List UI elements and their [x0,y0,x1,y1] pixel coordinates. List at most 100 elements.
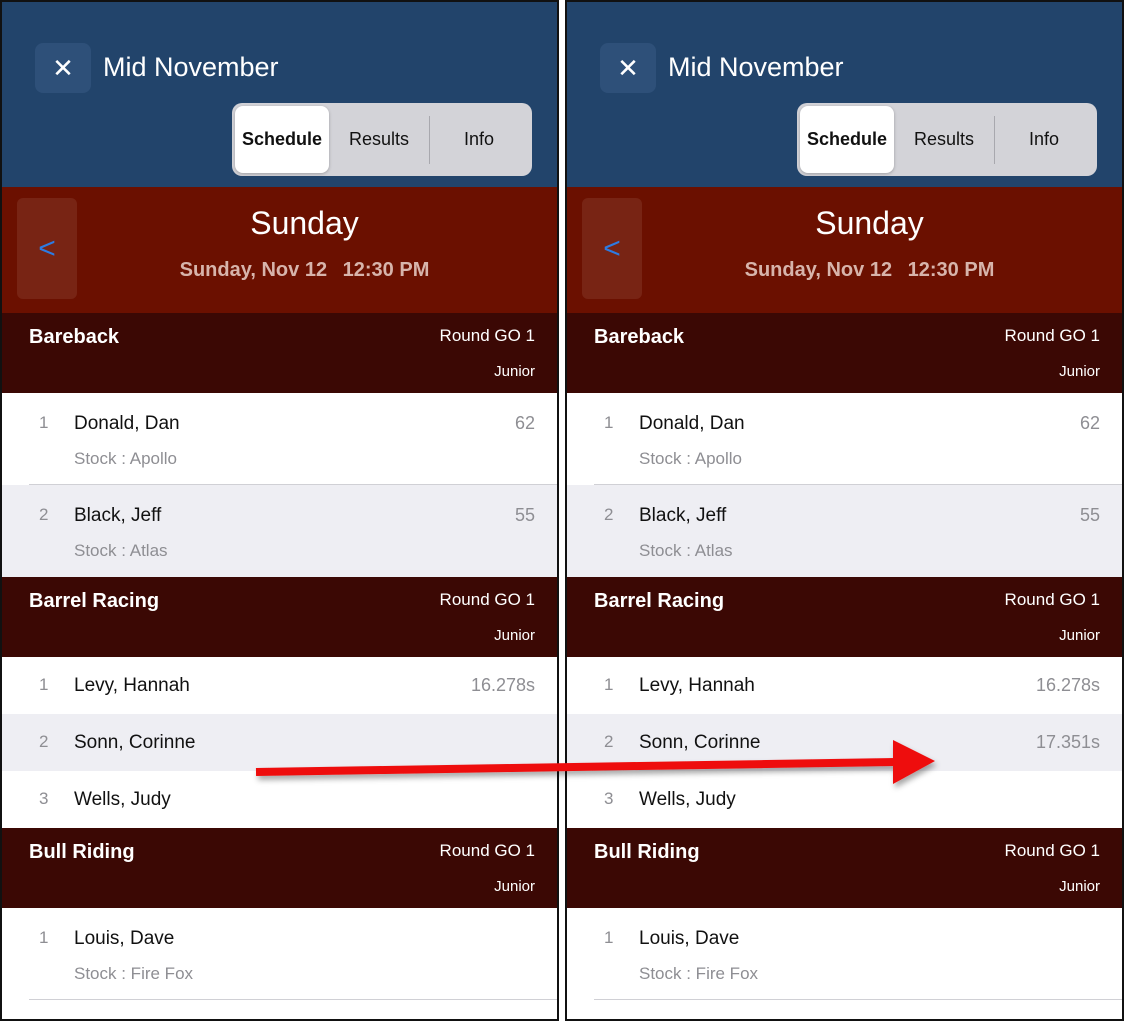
entry-number: 1 [39,675,49,694]
event-division: Junior [1059,627,1100,644]
entry-row[interactable]: 2 Sonn, Corinne 17.351s [567,714,1122,771]
entry-number: 3 [39,789,49,808]
view-segmented-control: Schedule Results Info [232,103,532,176]
contestant-name: Donald, Dan [639,413,745,434]
entry-score: 62 [514,413,535,433]
entry-number: 1 [604,413,614,432]
entry-number: 3 [604,789,614,808]
tab-results[interactable]: Results [894,106,994,173]
day-header: < Sunday Sunday, Nov 12 12:30 PM [2,187,557,313]
contestant-name: Donald, Dan [74,413,180,434]
entry-row[interactable]: 1 Louis, Dave Stock : Fire Fox [567,908,1122,1000]
event-header-barrel-racing[interactable]: Barrel Racing Round GO 1 Junior [2,577,557,657]
event-name: Bareback [29,326,120,348]
entry-row[interactable]: 2 Sonn, Corinne [2,714,557,771]
day-date: Sunday, Nov 12 [179,259,328,281]
entry-number: 1 [604,928,614,947]
event-header-bull-riding[interactable]: Bull Riding Round GO 1 Junior [567,828,1122,908]
view-segmented-control: Schedule Results Info [797,103,1097,176]
stock-label: Stock : Fire Fox [74,964,194,983]
day-datetime: Sunday, Nov 12 12:30 PM [567,259,1122,282]
entry-number: 2 [604,505,614,524]
rodeo-title: Mid November [103,52,279,82]
event-division: Junior [494,627,535,644]
event-header-barrel-racing[interactable]: Barrel Racing Round GO 1 Junior [567,577,1122,657]
contestant-name: Sonn, Corinne [74,732,196,753]
tab-info[interactable]: Info [995,106,1093,173]
event-name: Barrel Racing [594,590,725,612]
day-time: 12:30 PM [907,259,995,281]
entry-row[interactable]: 2 Black, Jeff Stock : Atlas 55 [2,485,557,577]
top-navigation-bar: ✕ Mid November Schedule Results Info [2,2,557,187]
schedule-list: Bareback Round GO 1 Junior 1 Donald, Dan… [2,313,557,1000]
row-divider [29,999,557,1000]
entry-row[interactable]: 1 Louis, Dave Stock : Fire Fox [2,908,557,1000]
contestant-name: Wells, Judy [74,789,171,810]
event-header-bareback[interactable]: Bareback Round GO 1 Junior [2,313,557,393]
event-round: Round GO 1 [439,841,535,860]
tab-schedule[interactable]: Schedule [800,106,894,173]
entry-row[interactable]: 2 Black, Jeff Stock : Atlas 55 [567,485,1122,577]
entry-number: 2 [39,505,49,524]
entry-row[interactable]: 3 Wells, Judy [567,771,1122,828]
stock-label: Stock : Atlas [639,541,733,560]
entry-score: 62 [1079,413,1100,433]
entry-row[interactable]: 1 Levy, Hannah 16.278s [567,657,1122,714]
top-navigation-bar: ✕ Mid November Schedule Results Info [567,2,1122,187]
schedule-list: Bareback Round GO 1 Junior 1 Donald, Dan… [567,313,1122,1000]
entry-number: 2 [604,732,614,751]
comparison-stage: ✕ Mid November Schedule Results Info < S… [0,0,1124,1021]
screen-after: ✕ Mid November Schedule Results Info < S… [565,0,1124,1021]
entry-number: 1 [604,675,614,694]
row-divider [594,999,1122,1000]
close-icon[interactable]: ✕ [35,43,91,93]
event-header-bull-riding[interactable]: Bull Riding Round GO 1 Junior [2,828,557,908]
contestant-name: Louis, Dave [639,928,740,949]
entry-time: 16.278s [470,675,535,695]
contestant-name: Levy, Hannah [74,675,190,696]
entry-score: 55 [1079,505,1100,525]
event-round: Round GO 1 [1004,841,1100,860]
contestant-name: Black, Jeff [639,505,727,526]
contestant-name: Black, Jeff [74,505,162,526]
contestant-name: Sonn, Corinne [639,732,761,753]
screen-before: ✕ Mid November Schedule Results Info < S… [0,0,559,1021]
event-name: Bull Riding [594,841,700,863]
tab-schedule[interactable]: Schedule [235,106,329,173]
event-header-bareback[interactable]: Bareback Round GO 1 Junior [567,313,1122,393]
entry-row[interactable]: 3 Wells, Judy [2,771,557,828]
stock-label: Stock : Apollo [74,449,178,468]
day-name: Sunday [815,205,924,241]
entry-time: 17.351s [1035,732,1100,752]
event-division: Junior [494,363,535,380]
event-division: Junior [1059,878,1100,895]
tab-info[interactable]: Info [430,106,528,173]
day-date: Sunday, Nov 12 [744,259,893,281]
event-round: Round GO 1 [1004,326,1100,345]
event-round: Round GO 1 [439,326,535,345]
day-name: Sunday [250,205,359,241]
event-round: Round GO 1 [439,590,535,609]
tab-results[interactable]: Results [329,106,429,173]
close-icon[interactable]: ✕ [600,43,656,93]
day-header: < Sunday Sunday, Nov 12 12:30 PM [567,187,1122,313]
contestant-name: Levy, Hannah [639,675,755,696]
rodeo-title: Mid November [668,52,844,82]
day-time: 12:30 PM [342,259,430,281]
contestant-name: Louis, Dave [74,928,175,949]
entry-score: 55 [514,505,535,525]
stock-label: Stock : Apollo [639,449,743,468]
entry-row[interactable]: 1 Levy, Hannah 16.278s [2,657,557,714]
event-division: Junior [494,878,535,895]
entry-number: 2 [39,732,49,751]
entry-row[interactable]: 1 Donald, Dan Stock : Apollo 62 [567,393,1122,485]
day-datetime: Sunday, Nov 12 12:30 PM [2,259,557,282]
entry-row[interactable]: 1 Donald, Dan Stock : Apollo 62 [2,393,557,485]
event-name: Barrel Racing [29,590,160,612]
event-name: Bull Riding [29,841,135,863]
event-name: Bareback [594,326,685,348]
event-division: Junior [1059,363,1100,380]
stock-label: Stock : Fire Fox [639,964,759,983]
contestant-name: Wells, Judy [639,789,736,810]
entry-time: 16.278s [1035,675,1100,695]
